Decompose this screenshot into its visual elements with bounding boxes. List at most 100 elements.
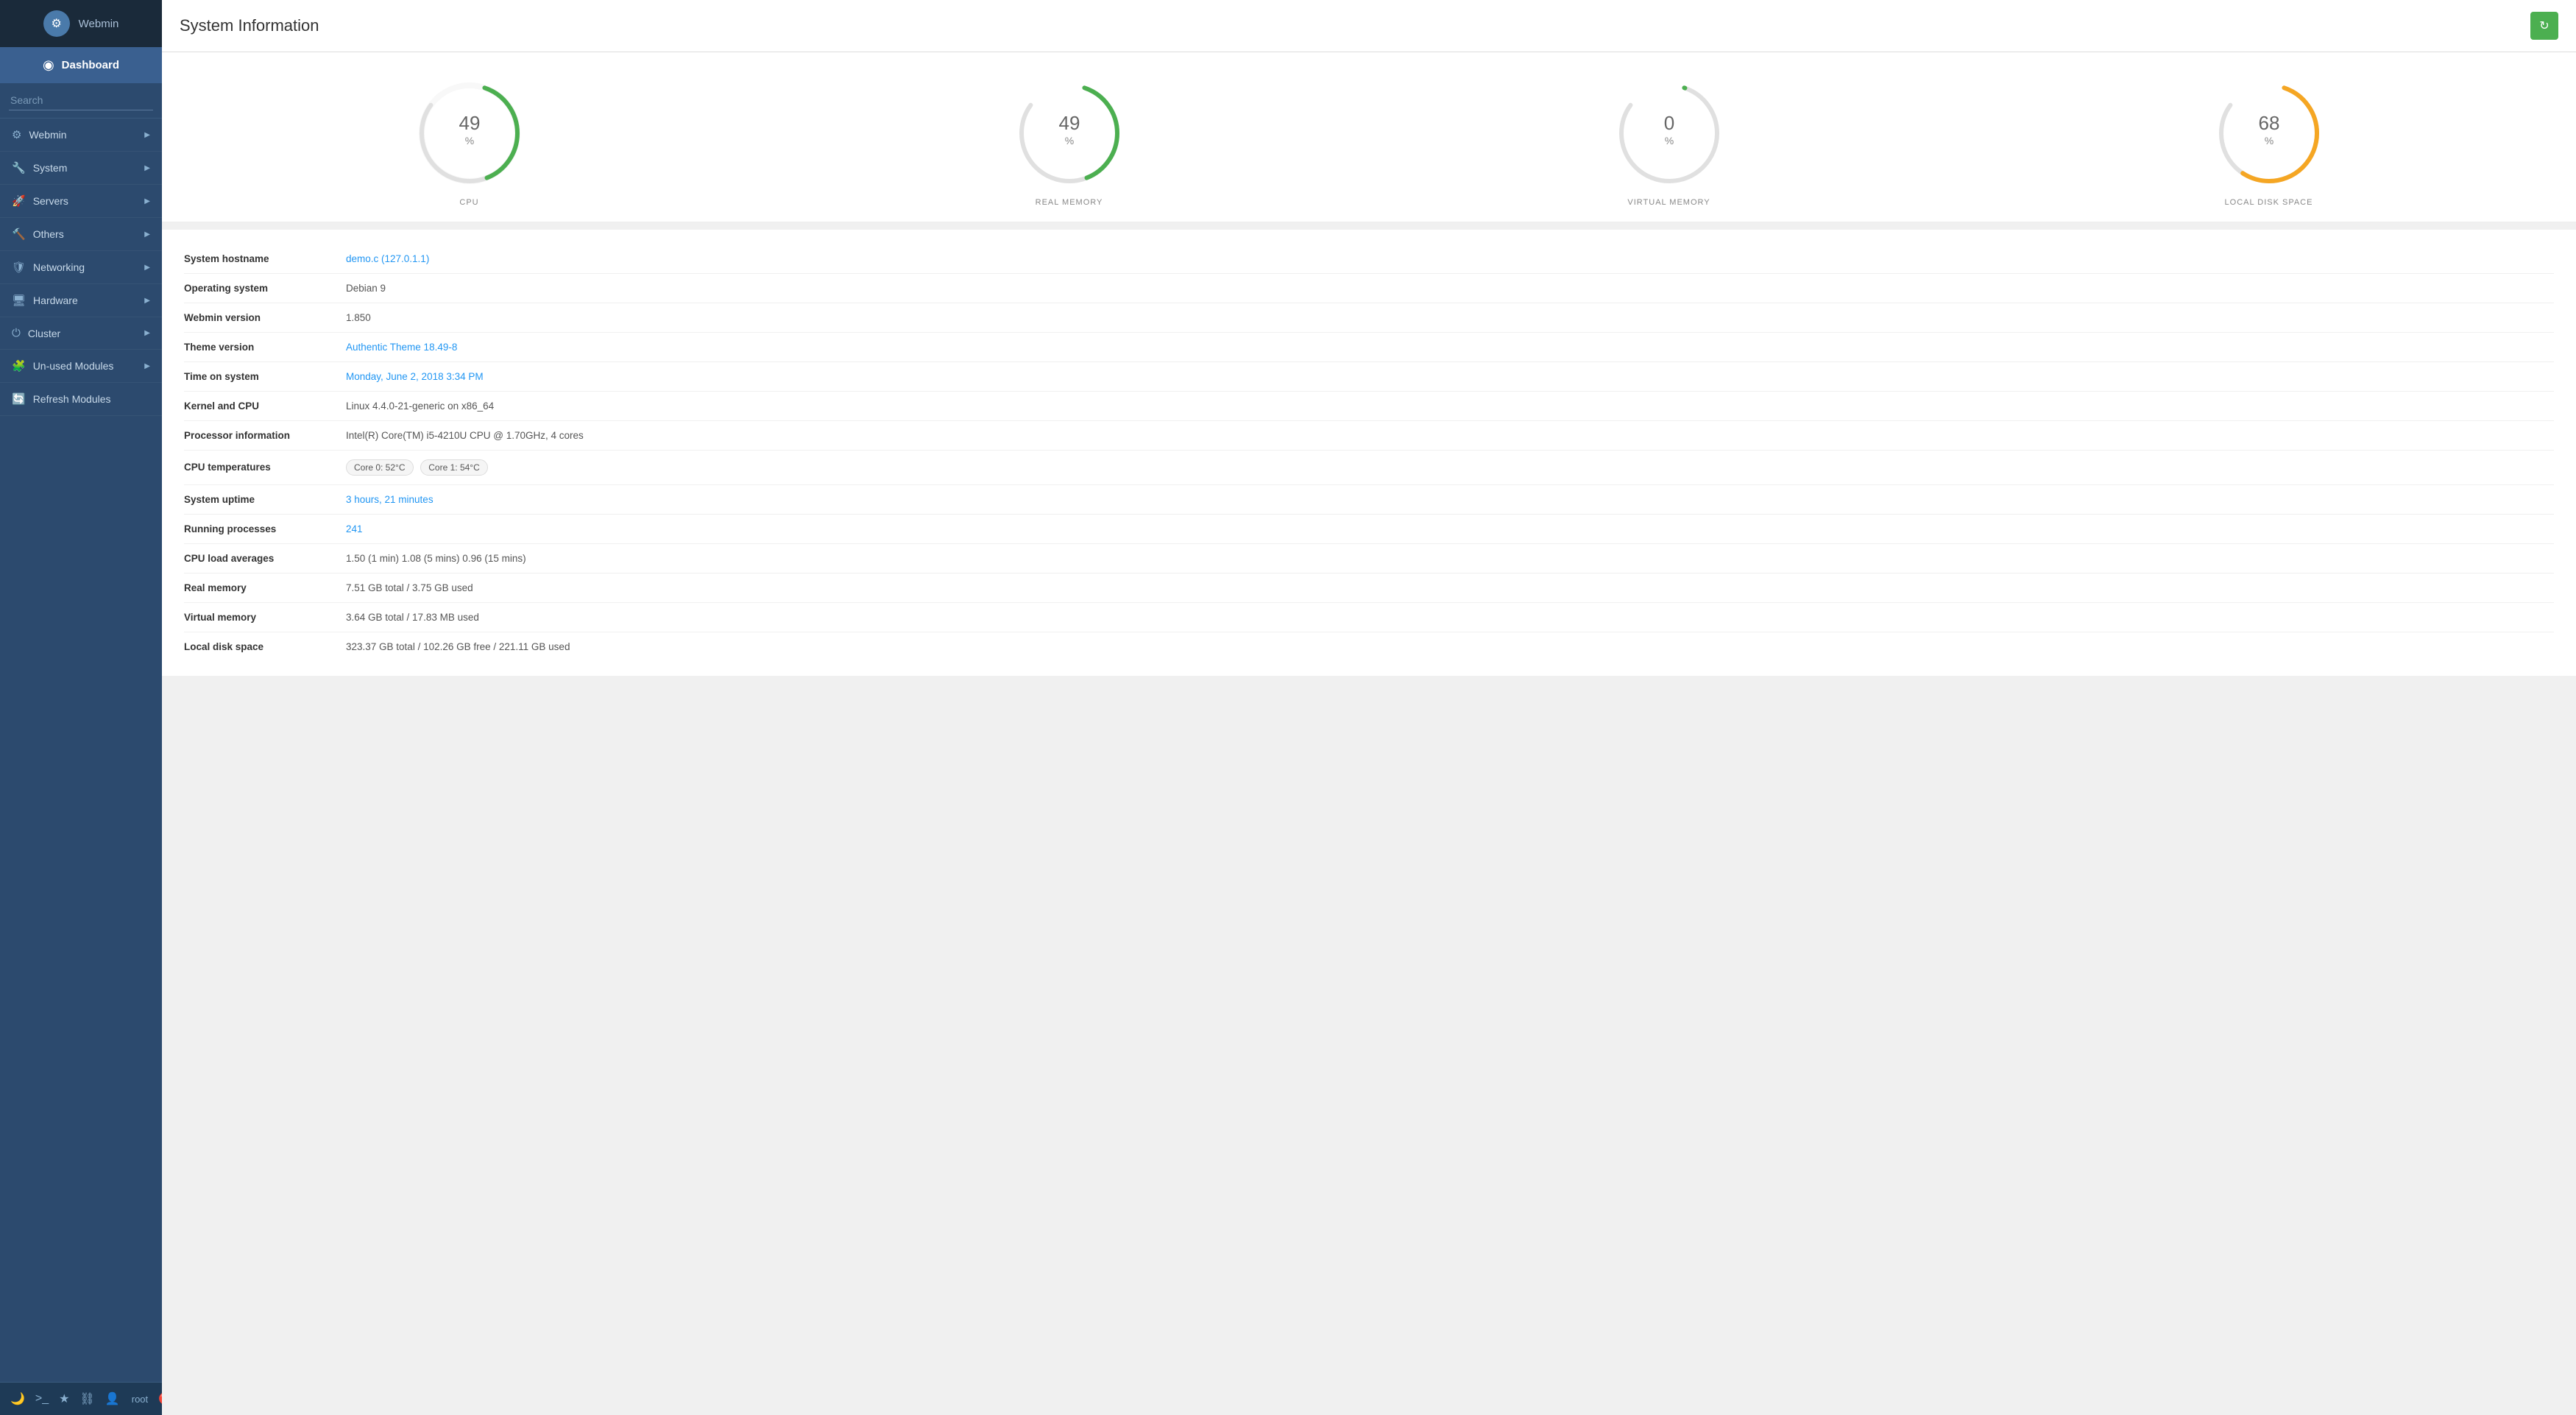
refresh-button[interactable]: ↻ bbox=[2530, 12, 2558, 40]
info-val-time: Monday, June 2, 2018 3:34 PM bbox=[346, 371, 2554, 382]
sidebar-item-hardware[interactable]: 🖥 Hardware ▶ bbox=[0, 284, 162, 317]
info-key-load: CPU load averages bbox=[184, 553, 331, 564]
info-key-processor: Processor information bbox=[184, 430, 331, 441]
gauges-section: 49 % CPU 49 % REAL MEMORY 0 % VIRTUAL M bbox=[162, 52, 2576, 222]
info-row-theme-version: Theme version Authentic Theme 18.49-8 bbox=[184, 333, 2554, 362]
main-content: System Information ↻ 49 % CPU 49 bbox=[162, 0, 2576, 1415]
info-val-kernel: Linux 4.4.0-21-generic on x86_64 bbox=[346, 400, 2554, 412]
svg-text:%: % bbox=[2264, 135, 2273, 147]
info-val-os: Debian 9 bbox=[346, 283, 2554, 294]
servers-nav-icon: 🚀 bbox=[12, 194, 26, 208]
chevron-right-icon: ▶ bbox=[144, 197, 150, 205]
info-key-processes: Running processes bbox=[184, 523, 331, 534]
dashboard-icon: ◉ bbox=[43, 57, 54, 73]
sidebar-item-servers[interactable]: 🚀 Servers ▶ bbox=[0, 185, 162, 218]
page-header: System Information ↻ bbox=[162, 0, 2576, 52]
svg-text:%: % bbox=[1064, 135, 1073, 147]
info-val-temps: Core 0: 52°C Core 1: 54°C bbox=[346, 459, 2554, 476]
info-key-disk-space: Local disk space bbox=[184, 641, 331, 652]
gauge-real-memory-svg: 49 % bbox=[1011, 74, 1128, 192]
info-row-virtual-memory: Virtual memory 3.64 GB total / 17.83 MB … bbox=[184, 603, 2554, 632]
temp-badge-core1: Core 1: 54°C bbox=[420, 459, 488, 476]
info-key-time: Time on system bbox=[184, 371, 331, 382]
gauge-local-disk: 68 % LOCAL DISK SPACE bbox=[2203, 74, 2335, 207]
info-row-webmin-version: Webmin version 1.850 bbox=[184, 303, 2554, 333]
sidebar-item-servers-label: Servers bbox=[33, 195, 68, 207]
sidebar-item-system-label: System bbox=[33, 162, 68, 174]
gauge-local-disk-svg: 68 % bbox=[2210, 74, 2328, 192]
info-key-virtual-memory: Virtual memory bbox=[184, 612, 331, 623]
search-input[interactable] bbox=[9, 91, 153, 110]
info-row-uptime: System uptime 3 hours, 21 minutes bbox=[184, 485, 2554, 515]
sidebar-item-refresh-modules-label: Refresh Modules bbox=[33, 393, 111, 405]
system-nav-icon: 🔧 bbox=[12, 161, 26, 174]
terminal-icon[interactable]: >_ bbox=[35, 1392, 49, 1405]
info-row-processes: Running processes 241 bbox=[184, 515, 2554, 544]
info-val-processes[interactable]: 241 bbox=[346, 523, 2554, 534]
unused-modules-nav-icon: 🧩 bbox=[12, 359, 26, 373]
others-nav-icon: 🔨 bbox=[12, 227, 26, 241]
sidebar-item-networking[interactable]: 🛡 Networking ▶ bbox=[0, 251, 162, 284]
sidebar-webmin-label: Webmin bbox=[79, 18, 119, 30]
gauge-virtual-memory-svg: 0 % bbox=[1610, 74, 1728, 192]
sidebar: ⚙ Webmin ◉ Dashboard ⚙ Webmin ▶ 🔧 System… bbox=[0, 0, 162, 1415]
chevron-right-icon: ▶ bbox=[144, 297, 150, 305]
sidebar-item-webmin[interactable]: ⚙ Webmin ▶ bbox=[0, 119, 162, 152]
chevron-right-icon: ▶ bbox=[144, 230, 150, 239]
gauge-real-memory-label: REAL MEMORY bbox=[1036, 198, 1103, 207]
cluster-nav-icon: ⏻ bbox=[12, 327, 21, 339]
share-icon[interactable]: ⛓ bbox=[80, 1391, 95, 1406]
sidebar-item-unused-modules-label: Un-used Modules bbox=[33, 360, 114, 372]
info-key-uptime: System uptime bbox=[184, 494, 331, 505]
sidebar-webmin-header: ⚙ Webmin bbox=[0, 0, 162, 47]
networking-nav-icon: 🛡 bbox=[12, 261, 26, 274]
info-key-hostname: System hostname bbox=[184, 253, 331, 264]
info-val-hostname[interactable]: demo.c (127.0.1.1) bbox=[346, 253, 2554, 264]
hardware-nav-icon: 🖥 bbox=[12, 294, 26, 307]
gauge-cpu: 49 % CPU bbox=[403, 74, 536, 207]
sidebar-item-others-label: Others bbox=[33, 228, 64, 240]
sidebar-item-refresh-modules[interactable]: 🔄 Refresh Modules bbox=[0, 383, 162, 416]
page-title: System Information bbox=[180, 16, 319, 35]
info-val-disk-space: 323.37 GB total / 102.26 GB free / 221.1… bbox=[346, 641, 2554, 652]
sidebar-item-networking-label: Networking bbox=[33, 261, 85, 273]
chevron-right-icon: ▶ bbox=[144, 164, 150, 172]
info-val-virtual-memory: 3.64 GB total / 17.83 MB used bbox=[346, 612, 2554, 623]
info-row-kernel: Kernel and CPU Linux 4.4.0-21-generic on… bbox=[184, 392, 2554, 421]
info-key-temps: CPU temperatures bbox=[184, 462, 331, 473]
temp-badge-core0: Core 0: 52°C bbox=[346, 459, 414, 476]
gauge-cpu-label: CPU bbox=[459, 198, 478, 207]
info-section: System hostname demo.c (127.0.1.1) Opera… bbox=[162, 230, 2576, 676]
gauge-local-disk-label: LOCAL DISK SPACE bbox=[2225, 198, 2313, 207]
favorites-icon[interactable]: ★ bbox=[59, 1391, 69, 1406]
info-key-os: Operating system bbox=[184, 283, 331, 294]
svg-text:49: 49 bbox=[459, 112, 480, 134]
gauge-virtual-memory: 0 % VIRTUAL MEMORY bbox=[1603, 74, 1735, 207]
chevron-right-icon: ▶ bbox=[144, 362, 150, 370]
info-row-processor: Processor information Intel(R) Core(TM) … bbox=[184, 421, 2554, 451]
sidebar-item-others[interactable]: 🔨 Others ▶ bbox=[0, 218, 162, 251]
info-row-real-memory: Real memory 7.51 GB total / 3.75 GB used bbox=[184, 574, 2554, 603]
gauge-real-memory: 49 % REAL MEMORY bbox=[1003, 74, 1136, 207]
refresh-modules-nav-icon: 🔄 bbox=[12, 392, 26, 406]
sidebar-item-cluster[interactable]: ⏻ Cluster ▶ bbox=[0, 317, 162, 350]
info-val-webmin-version: 1.850 bbox=[346, 312, 2554, 323]
info-row-time: Time on system Monday, June 2, 2018 3:34… bbox=[184, 362, 2554, 392]
webmin-logo-icon: ⚙ bbox=[43, 10, 70, 37]
info-row-os: Operating system Debian 9 bbox=[184, 274, 2554, 303]
nav-menu: ⚙ Webmin ▶ 🔧 System ▶ 🚀 Servers ▶ 🔨 Othe… bbox=[0, 119, 162, 416]
gauge-cpu-svg: 49 % bbox=[411, 74, 528, 192]
webmin-nav-icon: ⚙ bbox=[12, 128, 21, 141]
chevron-right-icon: ▶ bbox=[144, 131, 150, 139]
sidebar-dashboard-label: Dashboard bbox=[62, 59, 119, 71]
gauge-virtual-memory-label: VIRTUAL MEMORY bbox=[1627, 198, 1710, 207]
sidebar-item-dashboard[interactable]: ◉ Dashboard bbox=[0, 47, 162, 83]
user-icon[interactable]: 👤 bbox=[105, 1391, 120, 1406]
sidebar-item-unused-modules[interactable]: 🧩 Un-used Modules ▶ bbox=[0, 350, 162, 383]
svg-text:%: % bbox=[464, 135, 473, 147]
sidebar-item-system[interactable]: 🔧 System ▶ bbox=[0, 152, 162, 185]
info-val-theme-version[interactable]: Authentic Theme 18.49-8 bbox=[346, 342, 2554, 353]
search-container bbox=[0, 83, 162, 119]
theme-toggle-icon[interactable]: 🌙 bbox=[10, 1391, 25, 1406]
svg-text:0: 0 bbox=[1663, 112, 1674, 134]
